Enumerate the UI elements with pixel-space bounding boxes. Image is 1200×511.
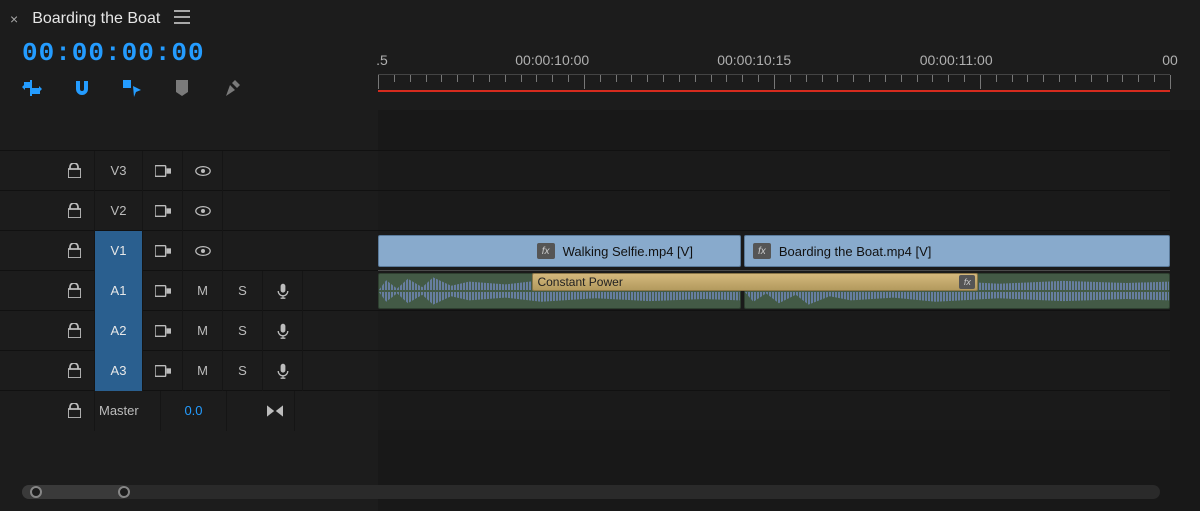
linked-selection-icon[interactable]	[122, 78, 142, 98]
ruler-tick-label: 00:00:10:15	[717, 52, 791, 68]
track-lane-v1[interactable]: fx Walking Selfie.mp4 [V] fx Boarding the B…	[378, 230, 1170, 270]
zoom-in-knob[interactable]	[118, 486, 130, 498]
clip-label: Boarding the Boat.mp4 [V]	[779, 244, 931, 259]
close-sequence-button[interactable]: ×	[10, 11, 18, 27]
voiceover-record-icon[interactable]	[263, 351, 303, 391]
video-clip[interactable]: fx Boarding the Boat.mp4 [V]	[744, 235, 1170, 267]
track-header-v3[interactable]: V3	[0, 150, 378, 190]
master-volume-value[interactable]: 0.0	[161, 391, 227, 431]
track-lane-a3[interactable]	[378, 350, 1170, 390]
track-header-a2[interactable]: A2 M S	[0, 310, 378, 350]
lock-icon[interactable]	[55, 271, 95, 311]
work-area-bar[interactable]	[378, 90, 1170, 92]
video-clip[interactable]: fx Walking Selfie.mp4 [V]	[378, 235, 741, 267]
track-name[interactable]: A1	[95, 271, 143, 311]
track-header-a1[interactable]: A1 M S	[0, 270, 378, 310]
mute-button[interactable]: M	[183, 351, 223, 391]
horizontal-zoom-scroll[interactable]	[22, 485, 1160, 499]
ruler-tick-label: 00:00:11:00	[920, 52, 993, 68]
source-patch-icon[interactable]	[143, 151, 183, 191]
solo-button[interactable]: S	[223, 351, 263, 391]
toggle-track-output-icon[interactable]	[183, 151, 223, 191]
audio-transition[interactable]: Constant Power fx	[532, 273, 978, 291]
insert-overwrite-tool-icon[interactable]	[22, 78, 42, 98]
track-lane-v3[interactable]	[378, 150, 1170, 190]
track-name[interactable]: A3	[95, 351, 143, 391]
track-name[interactable]: A2	[95, 311, 143, 351]
sequence-titlebar: × Boarding the Boat	[0, 0, 1200, 38]
timeline-settings-icon[interactable]	[222, 78, 242, 98]
ruler-tick-label: 00	[1162, 52, 1178, 68]
snap-icon[interactable]	[72, 78, 92, 98]
sequence-title[interactable]: Boarding the Boat	[32, 10, 160, 28]
lock-icon[interactable]	[55, 151, 95, 191]
voiceover-record-icon[interactable]	[263, 271, 303, 311]
toggle-track-output-icon[interactable]	[183, 231, 223, 271]
track-header-a3[interactable]: A3 M S	[0, 350, 378, 390]
track-lane-master[interactable]	[378, 390, 1170, 430]
toggle-track-output-icon[interactable]	[183, 191, 223, 231]
add-marker-icon[interactable]	[172, 78, 192, 98]
mute-button[interactable]: M	[183, 311, 223, 351]
track-header-v2[interactable]: V2	[0, 190, 378, 230]
solo-button[interactable]: S	[223, 271, 263, 311]
source-patch-icon[interactable]	[143, 271, 183, 311]
playhead-timecode[interactable]: 00:00:00:00	[22, 38, 356, 68]
track-lane-v2[interactable]	[378, 190, 1170, 230]
track-name[interactable]: V2	[95, 191, 143, 231]
fx-badge-icon[interactable]: fx	[537, 243, 555, 259]
track-header-v1[interactable]: V1	[0, 230, 378, 270]
solo-button[interactable]: S	[223, 311, 263, 351]
fx-badge-icon[interactable]: fx	[753, 243, 771, 259]
transition-label: Constant Power	[537, 275, 622, 289]
track-name[interactable]: V3	[95, 151, 143, 191]
source-patch-icon[interactable]	[143, 311, 183, 351]
lock-icon[interactable]	[55, 391, 95, 431]
track-headers: V3 V2 V1	[0, 110, 378, 511]
timeline-tools	[22, 78, 356, 98]
lock-icon[interactable]	[55, 191, 95, 231]
ruler-tick-label: .5	[376, 52, 388, 68]
source-patch-icon[interactable]	[143, 231, 183, 271]
mute-button[interactable]: M	[183, 271, 223, 311]
timeline-clips-area[interactable]: fx Walking Selfie.mp4 [V] fx Boarding the B…	[378, 110, 1200, 511]
time-ruler[interactable]: .5 00:00:10:00 00:00:10:15 00:00:11:00 00	[378, 38, 1200, 110]
master-track-label[interactable]: Master	[95, 391, 161, 431]
source-patch-icon[interactable]	[143, 351, 183, 391]
voiceover-record-icon[interactable]	[263, 311, 303, 351]
ruler-tick-label: 00:00:10:00	[515, 52, 589, 68]
fx-badge-icon[interactable]: fx	[959, 275, 975, 289]
track-lane-a2[interactable]	[378, 310, 1170, 350]
track-name[interactable]: V1	[95, 231, 143, 271]
source-patch-icon[interactable]	[143, 191, 183, 231]
zoom-out-knob[interactable]	[30, 486, 42, 498]
lock-icon[interactable]	[55, 311, 95, 351]
lock-icon[interactable]	[55, 231, 95, 271]
track-header-master[interactable]: Master 0.0	[0, 390, 378, 430]
pan-icon[interactable]	[255, 391, 295, 431]
track-lane-a1[interactable]: Constant Power fx	[378, 270, 1170, 310]
clip-label: Walking Selfie.mp4 [V]	[563, 244, 693, 259]
panel-menu-button[interactable]	[174, 10, 190, 29]
lock-icon[interactable]	[55, 351, 95, 391]
video-audio-divider	[378, 270, 1170, 271]
